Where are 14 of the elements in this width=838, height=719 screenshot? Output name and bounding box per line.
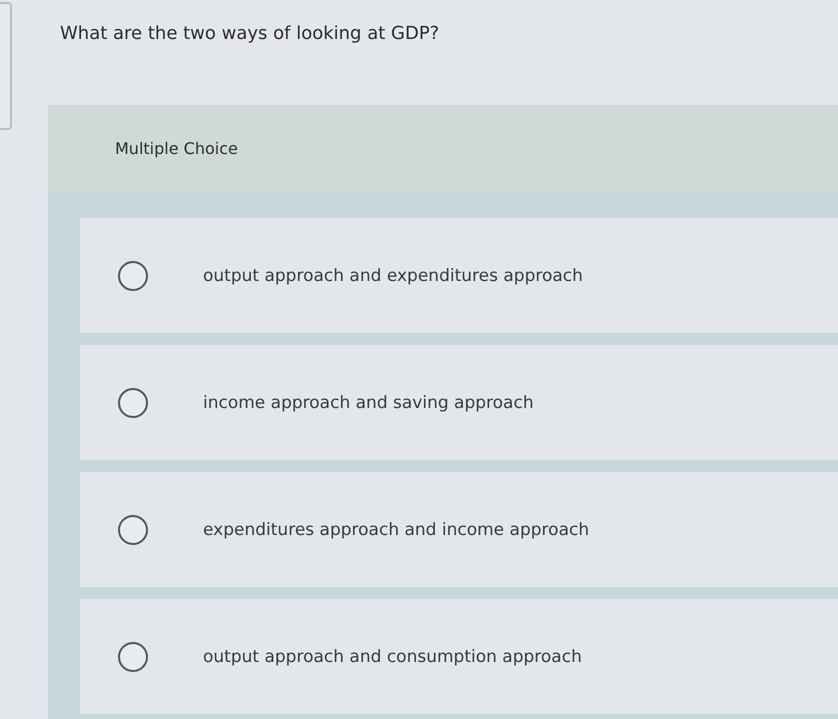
option-label: income approach and saving approach [203, 392, 534, 414]
option-label: output approach and consumption approach [203, 646, 582, 668]
question-type-label: Multiple Choice [115, 138, 238, 158]
answer-option[interactable]: output approach and consumption approach [80, 599, 838, 714]
option-label: output approach and expenditures approach [203, 264, 583, 286]
answer-option[interactable]: output approach and expenditures approach [80, 218, 838, 333]
radio-button[interactable] [118, 388, 148, 418]
answer-option[interactable]: expenditures approach and income approach [80, 472, 838, 587]
answer-option[interactable]: income approach and saving approach [80, 345, 838, 460]
radio-button[interactable] [118, 642, 148, 672]
radio-button[interactable] [118, 514, 148, 544]
radio-button[interactable] [118, 260, 148, 290]
question-text: What are the two ways of looking at GDP? [60, 23, 440, 44]
option-label: expenditures approach and income approach [203, 518, 590, 540]
